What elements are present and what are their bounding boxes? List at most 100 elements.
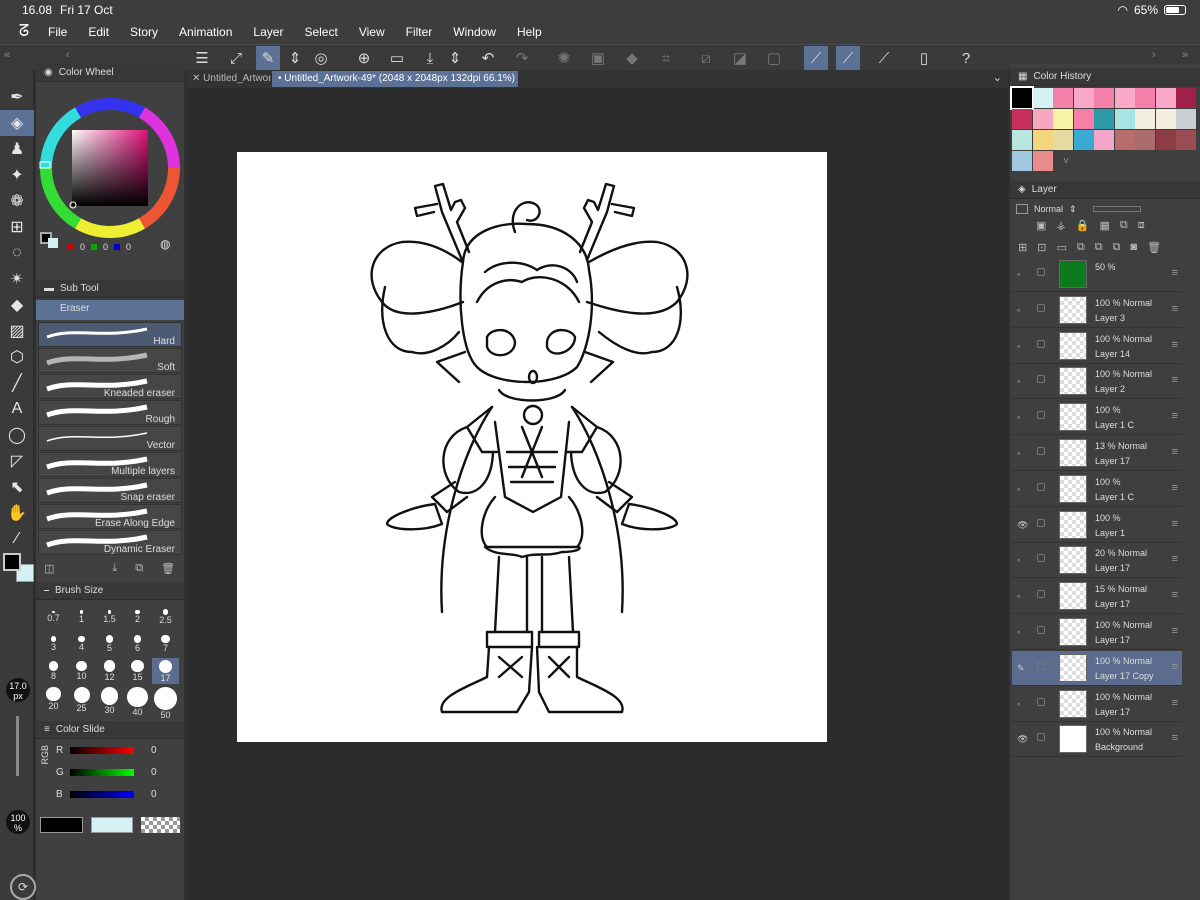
brush-size-cell[interactable]: 17 [152,658,179,684]
brush-size-cell[interactable]: 40 [124,685,151,717]
history-swatch[interactable] [1073,109,1094,129]
history-swatch[interactable] [1010,86,1034,110]
brush-size-cell[interactable]: 5 [96,631,123,657]
hidden-eye-icon[interactable]: ◦ [1017,376,1027,386]
brush-size-cell[interactable]: 3 [40,631,67,657]
deselect-icon[interactable]: ⧄ [694,46,718,70]
menu-help[interactable]: Help [517,25,542,39]
ruler-snap-icon[interactable]: ⟋ [804,46,828,70]
menu-view[interactable]: View [359,25,385,39]
special-ruler-snap-icon[interactable]: ⟋ [836,46,860,70]
opacity-indicator[interactable]: 100% [6,810,30,834]
reference-icon[interactable]: ⚶ [1056,219,1065,241]
subtool-item[interactable]: Vector [38,426,182,451]
subtool-group-eraser[interactable]: Eraser [36,300,184,320]
history-swatch[interactable] [1155,88,1176,108]
eyedropper-tool-icon[interactable]: ⁄ [0,526,34,552]
record-icon[interactable]: ◎ [309,46,333,70]
menu-animation[interactable]: Animation [179,25,232,39]
menu-edit[interactable]: Edit [88,25,109,39]
history-swatch[interactable] [1094,88,1114,108]
layer-row[interactable]: 👁 100 % Normal Background ≡ [1012,722,1182,758]
eraser-tool-icon[interactable]: ◈ [0,110,34,136]
brush-size-tab-icon[interactable]: ⎯ [44,585,49,596]
brush-size-cell[interactable]: 1 [68,604,95,630]
layer-lock-toggle[interactable] [1037,482,1045,491]
menu-layer[interactable]: Layer [253,25,283,39]
grid-snap-icon[interactable]: ⟋ [872,46,896,70]
b-slider[interactable] [70,791,134,798]
chevron-right-icon[interactable]: › [1152,49,1156,61]
history-swatch[interactable] [1155,109,1176,129]
transform-icon[interactable]: ▣ [586,46,610,70]
history-swatch[interactable] [1012,109,1032,129]
layer-row[interactable]: ◦ 100 % Normal Layer 3 ≡ [1012,293,1182,328]
duplicate-icon[interactable]: ⧉ [135,562,143,574]
tabs-dropdown-icon[interactable]: ⌄ [993,71,1002,84]
canvas-resize-icon[interactable]: ⤢ [224,46,248,70]
lasso-tool-icon[interactable]: ◌ [0,240,34,266]
layer-row[interactable]: ✎ 100 % Normal Layer 17 Copy ≡ [1012,650,1182,686]
layer-lock-toggle[interactable] [1037,447,1045,455]
g-slider[interactable] [70,769,134,776]
hidden-eye-icon[interactable]: ◦ [1017,591,1027,601]
layer-menu-icon[interactable]: ≡ [1172,267,1178,279]
hidden-eye-icon[interactable]: ◦ [1017,699,1027,709]
history-swatch[interactable] [1053,88,1073,108]
download-icon[interactable]: ⤓ [112,562,117,574]
history-swatch[interactable] [1032,88,1053,108]
invert-selection-icon[interactable]: ◪ [728,46,752,70]
text-tool-icon[interactable]: A [0,396,34,422]
frame-tool-icon[interactable]: ◸ [0,448,34,474]
layer-menu-icon[interactable]: ≡ [1172,661,1178,673]
layer-menu-icon[interactable]: ≡ [1172,374,1178,386]
layer-menu-icon[interactable]: ≡ [1172,625,1178,637]
layer-row[interactable]: ◦ 100 % Layer 1 C ≡ [1012,472,1182,507]
layer-lock-toggle[interactable] [1037,518,1045,527]
lock-icon[interactable]: 🔒 [1076,219,1090,241]
subtool-item[interactable]: Snap eraser [38,478,182,503]
hidden-eye-icon[interactable]: ◦ [1017,412,1027,422]
layer-color-icon[interactable] [1016,204,1028,214]
history-swatch[interactable] [1135,88,1155,108]
brush-size-slider[interactable] [16,716,19,776]
hidden-eye-icon[interactable]: ◦ [1017,555,1027,565]
crop-icon[interactable]: ⌗ [654,46,678,70]
blend-updown-icon[interactable]: ⇕ [1069,204,1077,215]
brush-size-cell[interactable]: 12 [96,658,123,684]
layer-lock-toggle[interactable] [1037,339,1045,348]
history-swatch[interactable] [1114,130,1135,150]
layer-row[interactable]: ◦ 15 % Normal Layer 17 ≡ [1012,579,1182,615]
history-swatch[interactable] [1073,88,1094,108]
edit-mode-icon[interactable]: ✎ [256,46,280,70]
brush-size-cell[interactable]: 25 [68,685,95,713]
subtool-item[interactable]: Multiple layers [38,452,182,477]
layer-row[interactable]: ◦ 100 % Normal Layer 17 ≡ [1012,687,1182,722]
subtool-item[interactable]: Rough [38,400,182,425]
brush-size-cell[interactable]: 7 [152,631,179,657]
layer-lock-toggle[interactable] [1037,590,1045,599]
grid-tool-icon[interactable]: ⊞ [0,214,34,240]
3d-tool-icon[interactable]: ⬡ [0,344,34,370]
tab-untitled-artwork[interactable]: ✕ Untitled_Artwor [186,71,270,87]
eye-icon[interactable]: 👁 [1017,734,1028,744]
hidden-eye-icon[interactable]: ◦ [1017,269,1027,279]
layer-menu-icon[interactable]: ≡ [1172,518,1178,530]
hidden-eye-icon[interactable]: ◦ [1017,341,1027,351]
color-wheel-graphic[interactable] [36,82,184,252]
updown-icon-2[interactable]: ⇕ [443,46,467,70]
subtool-item[interactable]: Dynamic Eraser [38,530,182,555]
history-swatch[interactable] [1176,130,1196,150]
history-swatch[interactable] [1032,151,1053,171]
layer-lock-toggle[interactable] [1037,626,1045,634]
layer-row[interactable]: ◦ 13 % Normal Layer 17 ≡ [1012,436,1182,471]
layer-row[interactable]: ◦ 100 % Normal Layer 14 ≡ [1012,329,1182,364]
layer-lock-toggle[interactable] [1037,375,1045,384]
color-wheel-tab-icon[interactable]: ◉ [44,67,53,78]
history-swatch[interactable] [1176,109,1196,129]
palette-settings-icon[interactable]: ◍ [160,237,170,251]
layer-menu-icon[interactable]: ≡ [1172,446,1178,458]
fill-tool-icon[interactable]: ◆ [0,292,34,318]
blend-mode-select[interactable]: Normal [1034,204,1063,214]
layer-menu-icon[interactable]: ≡ [1172,410,1178,422]
